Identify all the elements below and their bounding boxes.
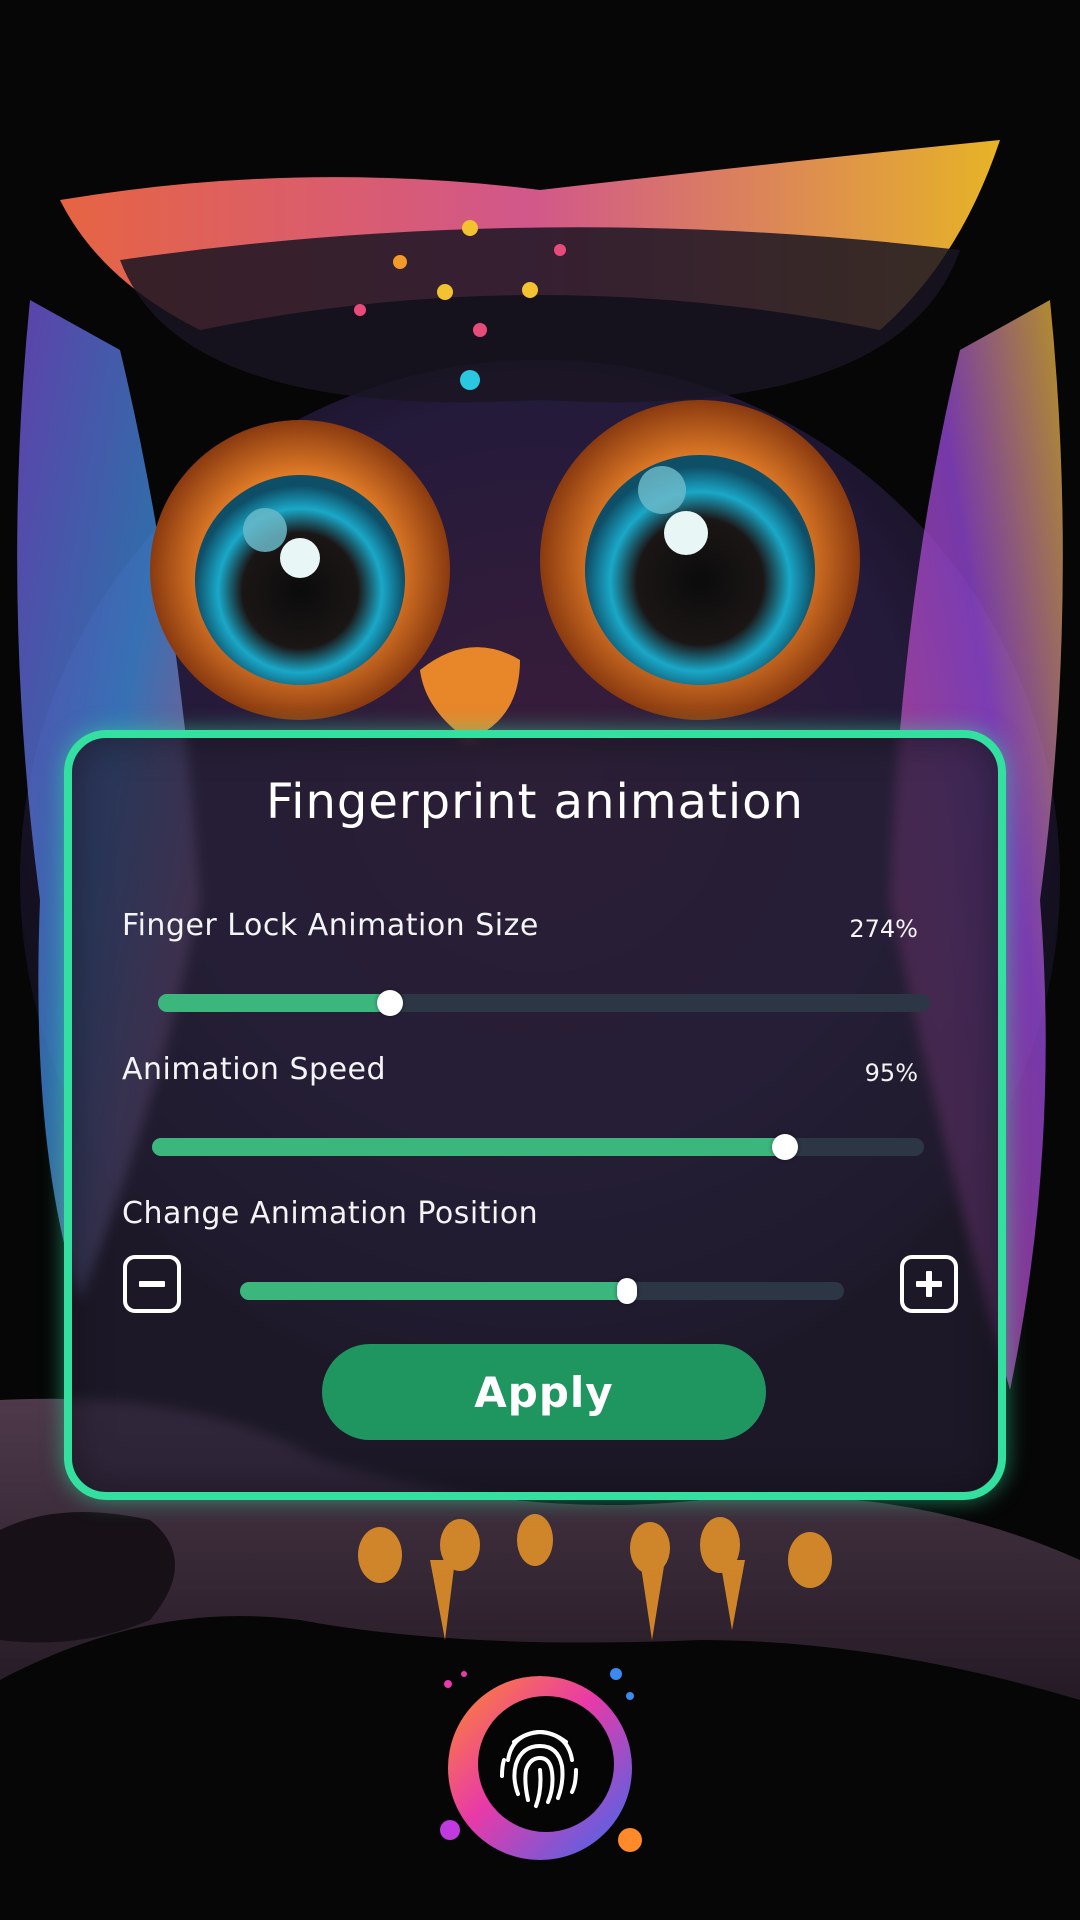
size-slider-fill	[158, 994, 390, 1012]
speed-slider-thumb[interactable]	[772, 1134, 799, 1160]
position-slider-fill	[240, 1282, 627, 1300]
speed-slider-fill	[152, 1138, 786, 1156]
position-decrease-button[interactable]	[123, 1255, 181, 1313]
panel-title: Fingerprint animation	[266, 774, 804, 830]
plus-icon	[916, 1271, 942, 1297]
speed-setting-label: Animation Speed	[122, 1052, 387, 1087]
position-setting-label: Change Animation Position	[122, 1196, 539, 1231]
fingerprint-lock-button[interactable]	[430, 1660, 650, 1880]
position-increase-button[interactable]	[900, 1255, 958, 1313]
size-setting-label: Finger Lock Animation Size	[122, 908, 539, 943]
speed-slider[interactable]	[152, 1134, 924, 1160]
size-slider[interactable]	[158, 990, 930, 1016]
size-value: 274%	[849, 915, 918, 943]
apply-button[interactable]: Apply	[322, 1344, 766, 1440]
speed-value: 95%	[864, 1059, 918, 1087]
size-slider-thumb[interactable]	[376, 990, 403, 1016]
position-slider[interactable]	[240, 1278, 844, 1304]
position-slider-thumb[interactable]	[616, 1278, 637, 1304]
minus-icon	[139, 1281, 165, 1287]
fingerprint-settings-panel: Fingerprint animation Finger Lock Animat…	[64, 730, 1006, 1500]
